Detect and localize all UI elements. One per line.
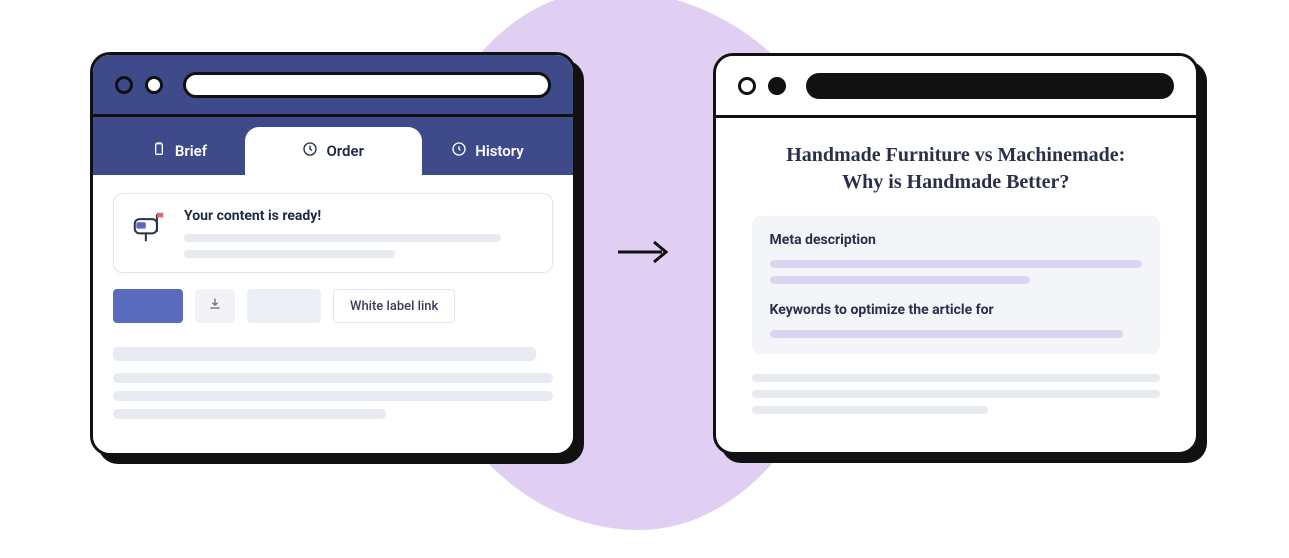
article-content-preview [752,374,1160,414]
placeholder-line [752,374,1160,382]
tab-label: Order [326,142,364,160]
clipboard-icon [151,141,167,161]
button-label: White label link [350,299,438,314]
secondary-button[interactable] [247,289,321,323]
mailbox-icon [130,208,168,246]
meta-description-label: Meta description [770,232,1142,248]
download-button[interactable] [195,289,235,323]
tab-brief[interactable]: Brief [113,127,245,175]
actions-row: White label link [113,289,553,323]
clock-icon [302,141,318,161]
placeholder-line [752,406,989,414]
placeholder-line [184,250,395,258]
history-icon [451,141,467,161]
article-title: Handmade Furniture vs Machinemade: Why i… [752,142,1160,196]
keywords-label: Keywords to optimize the article for [770,302,1142,318]
primary-action-button[interactable] [113,289,183,323]
tab-order[interactable]: Order [245,127,422,175]
content-preview [113,347,553,419]
article-preview-window: Handmade Furniture vs Machinemade: Why i… [713,53,1199,455]
notice-title: Your content is ready! [184,208,536,224]
meta-description-section: Meta description [770,232,1142,284]
placeholder-line [770,276,1031,284]
traffic-dot[interactable] [768,77,786,95]
tab-history[interactable]: History [422,127,554,175]
placeholder-line [113,409,386,419]
window-titlebar-right [716,56,1196,118]
placeholder-line [770,260,1142,268]
flow-arrow [616,238,672,270]
address-bar[interactable] [806,73,1174,99]
placeholder-line [184,234,501,242]
content-ready-notice: Your content is ready! [113,193,553,273]
arrow-right-icon [616,238,672,270]
download-icon [207,296,223,316]
placeholder-line [752,390,1160,398]
article-body: Handmade Furniture vs Machinemade: Why i… [716,118,1196,452]
traffic-dot[interactable] [145,76,163,94]
placeholder-line [113,347,536,361]
white-label-link-button[interactable]: White label link [333,289,455,323]
address-bar[interactable] [183,72,551,98]
traffic-dot[interactable] [738,77,756,95]
order-body: Your content is ready! White label link [93,175,573,453]
traffic-dot[interactable] [115,76,133,94]
keywords-section: Keywords to optimize the article for [770,302,1142,338]
placeholder-line [113,373,553,383]
tab-label: History [475,142,524,160]
placeholder-line [113,391,553,401]
tab-label: Brief [175,142,207,160]
order-app-window: Brief Order History [90,52,576,456]
placeholder-line [770,330,1124,338]
article-meta-card: Meta description Keywords to optimize th… [752,216,1160,354]
tabs-row: Brief Order History [93,117,573,175]
window-titlebar-left [93,55,573,117]
